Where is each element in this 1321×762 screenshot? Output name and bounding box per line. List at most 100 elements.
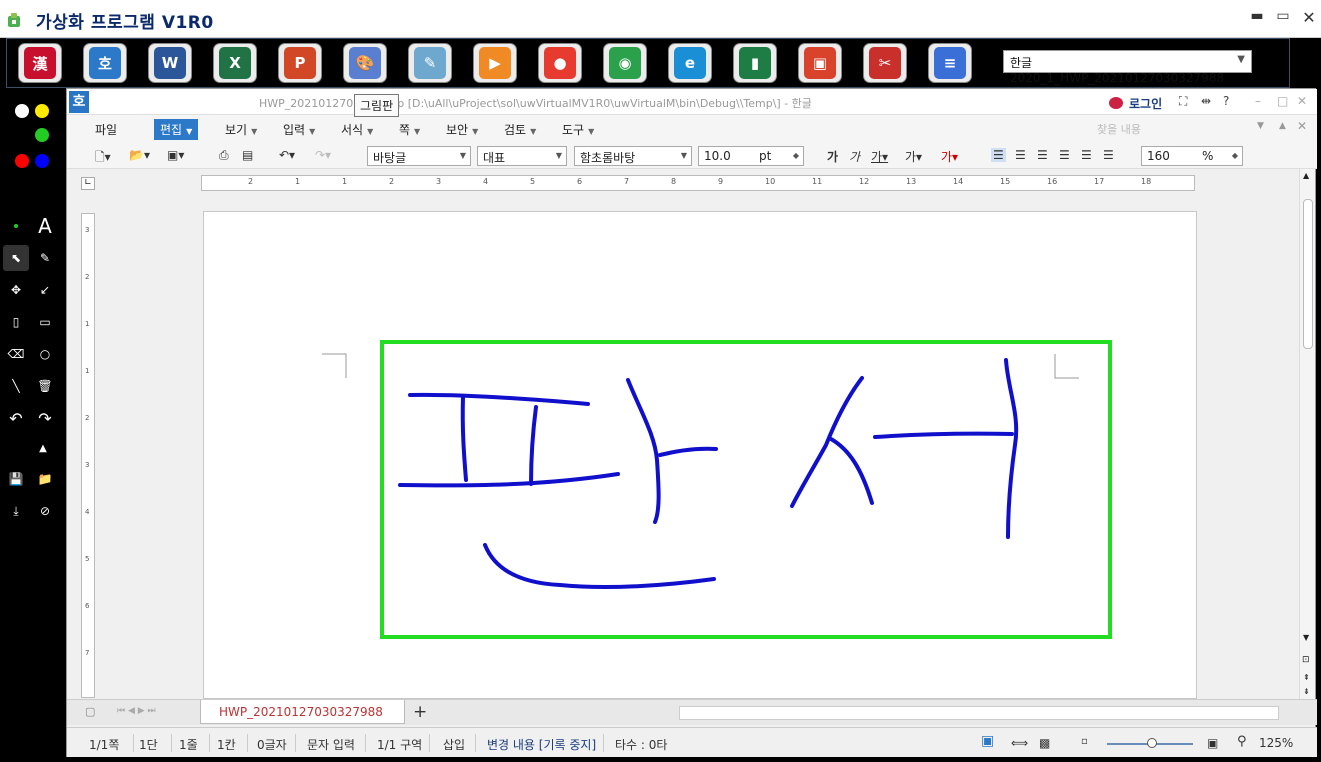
- new-document-icon[interactable]: 🗋▾: [95, 148, 111, 169]
- document-page[interactable]: [203, 211, 1197, 699]
- font-color-button[interactable]: 가▾: [941, 148, 958, 165]
- right-align-button[interactable]: ☰: [1059, 148, 1070, 162]
- hwp-close-icon[interactable]: ✕: [1297, 94, 1307, 108]
- scroll-thumb[interactable]: [1303, 199, 1313, 349]
- menu-file[interactable]: 파일: [95, 121, 117, 138]
- edge-app-button[interactable]: e: [668, 43, 712, 83]
- help-icon[interactable]: ?: [1223, 94, 1229, 108]
- ribbon-collapse-icon[interactable]: ▲: [1279, 121, 1286, 131]
- highlighter-tool-icon[interactable]: ▯: [3, 309, 29, 335]
- fit-view-icon[interactable]: ▩: [1039, 736, 1050, 750]
- vertical-ruler[interactable]: 3 2 1 1 2 3 4 5 6 7: [81, 213, 95, 698]
- font-size-input[interactable]: 10.0 pt ◆: [698, 146, 804, 166]
- presentation-app-button[interactable]: ▣: [798, 43, 842, 83]
- collapse-icon[interactable]: ▲: [30, 435, 56, 461]
- font-select[interactable]: 함초롬바탕 ▼: [574, 146, 692, 166]
- memo-app-button[interactable]: ≡: [928, 43, 972, 83]
- status-insert[interactable]: 삽입: [443, 736, 465, 753]
- menu-page[interactable]: 쪽 ▼: [399, 121, 420, 138]
- menu-format[interactable]: 서식 ▼: [341, 121, 373, 138]
- hwp-minimize-icon[interactable]: –: [1255, 94, 1261, 108]
- strike-button[interactable]: 가▾: [905, 148, 922, 165]
- print-icon[interactable]: ⎙: [219, 148, 229, 163]
- pdf-app-button[interactable]: ✂: [863, 43, 907, 83]
- menu-review[interactable]: 검토 ▼: [504, 121, 536, 138]
- media-player-app-button[interactable]: ▶: [473, 43, 517, 83]
- split-icon[interactable]: ⇹: [1201, 94, 1211, 108]
- vertical-scrollbar[interactable]: ▲ ▼ ⊡ ⇞ ⇟: [1299, 169, 1315, 699]
- scroll-up-icon[interactable]: ▲: [1303, 171, 1309, 180]
- delete-tool-icon[interactable]: 🗑: [32, 373, 58, 399]
- select-tool-icon[interactable]: ⬉: [3, 245, 29, 271]
- excel-app-button[interactable]: X: [213, 43, 257, 83]
- line-tool-icon[interactable]: ╲: [3, 373, 29, 399]
- color-red-swatch[interactable]: [15, 154, 29, 168]
- find-input[interactable]: 찾을 내용: [1097, 121, 1141, 137]
- zoom-slider-knob[interactable]: [1147, 738, 1157, 748]
- redo-icon[interactable]: ↷: [32, 405, 58, 431]
- sheet-icon[interactable]: ▢: [85, 705, 95, 718]
- center-align-button[interactable]: ☰: [1037, 148, 1048, 162]
- tab-document[interactable]: HWP_20210127030327988: [200, 700, 405, 724]
- save-icon[interactable]: 💾: [3, 466, 29, 492]
- chart-app-button[interactable]: ▮: [733, 43, 777, 83]
- left-align-button[interactable]: ☰: [1015, 148, 1026, 162]
- ellipse-tool-icon[interactable]: ○: [32, 341, 58, 367]
- menu-edit[interactable]: 편집 ▼: [154, 119, 199, 140]
- chrome-app-button[interactable]: ◉: [603, 43, 647, 83]
- notepad-app-button[interactable]: ✎: [408, 43, 452, 83]
- style-select[interactable]: 바탕글 ▼: [367, 146, 471, 166]
- status-track-changes[interactable]: 변경 내용 [기록 중지]: [487, 736, 596, 753]
- close-icon[interactable]: ✕: [1298, 8, 1320, 27]
- calligraphy-app-button[interactable]: 漢: [18, 43, 62, 83]
- window-select[interactable]: 한글2020_1_HWP_20210127030327988 ▼: [1003, 50, 1252, 85]
- eraser-tool-icon[interactable]: ⌫: [3, 341, 29, 367]
- tab-stop-selector[interactable]: ∟: [81, 177, 95, 190]
- selected-color-check-icon[interactable]: [35, 128, 49, 142]
- find-dropdown-icon[interactable]: ▼: [1257, 121, 1264, 131]
- bold-button[interactable]: 가: [827, 148, 838, 165]
- web-view-icon[interactable]: ⟺: [1011, 736, 1028, 750]
- text-tool-icon[interactable]: A: [32, 213, 58, 239]
- justify-align-button[interactable]: ☰: [991, 148, 1006, 162]
- undo-doc-icon[interactable]: ↶▾: [279, 148, 295, 162]
- distribute-align-button[interactable]: ☰: [1081, 148, 1092, 162]
- minimize-icon[interactable]: ▬: [1246, 8, 1268, 24]
- color-blue-swatch[interactable]: [35, 154, 49, 168]
- page-icon[interactable]: ⊡: [1302, 655, 1310, 665]
- menu-security[interactable]: 보안 ▼: [446, 121, 478, 138]
- menu-insert[interactable]: 입력 ▼: [283, 121, 315, 138]
- preview-icon[interactable]: ▤: [242, 148, 253, 162]
- move-tool-icon[interactable]: ✥: [3, 277, 29, 303]
- next-page-icon[interactable]: ⇟: [1303, 687, 1310, 696]
- color-white-swatch[interactable]: [15, 104, 29, 118]
- redo-doc-icon[interactable]: ↷▾: [315, 148, 331, 162]
- recorder-app-button[interactable]: ●: [538, 43, 582, 83]
- ribbon-close-icon[interactable]: ✕: [1297, 119, 1307, 133]
- scroll-down-icon[interactable]: ▼: [1303, 633, 1309, 642]
- save-document-icon[interactable]: ▣▾: [167, 148, 184, 162]
- pen-tool-icon[interactable]: ✎: [32, 245, 58, 271]
- rectangle-tool-icon[interactable]: ▭: [32, 309, 58, 335]
- powerpoint-app-button[interactable]: P: [278, 43, 322, 83]
- normal-view-icon[interactable]: ▣: [981, 733, 994, 749]
- open-icon[interactable]: 📂▾: [129, 148, 150, 162]
- color-yellow-swatch[interactable]: [35, 104, 49, 118]
- paint-app-button[interactable]: 🎨: [343, 43, 387, 83]
- language-select[interactable]: 대표 ▼: [477, 146, 567, 166]
- maximize-icon[interactable]: ▭: [1272, 8, 1294, 24]
- hwp-maximize-icon[interactable]: □: [1277, 94, 1288, 108]
- hide-icon[interactable]: ⊘: [32, 498, 58, 524]
- italic-button[interactable]: 가: [849, 148, 860, 165]
- undo-icon[interactable]: ↶: [3, 405, 29, 431]
- zoom-in-icon[interactable]: ▣: [1207, 736, 1218, 750]
- hangul-app-button[interactable]: 호: [83, 43, 127, 83]
- menu-tools[interactable]: 도구 ▼: [562, 121, 594, 138]
- open-folder-icon[interactable]: 📁: [32, 466, 58, 492]
- arrow-tool-icon[interactable]: ↙: [32, 277, 58, 303]
- word-app-button[interactable]: W: [148, 43, 192, 83]
- horizontal-ruler[interactable]: 2 1 1 2 3 4 5 6 7 8 9 10 11 12 13 14 15 16 17 18: [201, 175, 1195, 191]
- prev-page-icon[interactable]: ⇞: [1303, 673, 1310, 682]
- login-link[interactable]: 로그인: [1129, 95, 1162, 112]
- divide-align-button[interactable]: ☰: [1103, 148, 1114, 162]
